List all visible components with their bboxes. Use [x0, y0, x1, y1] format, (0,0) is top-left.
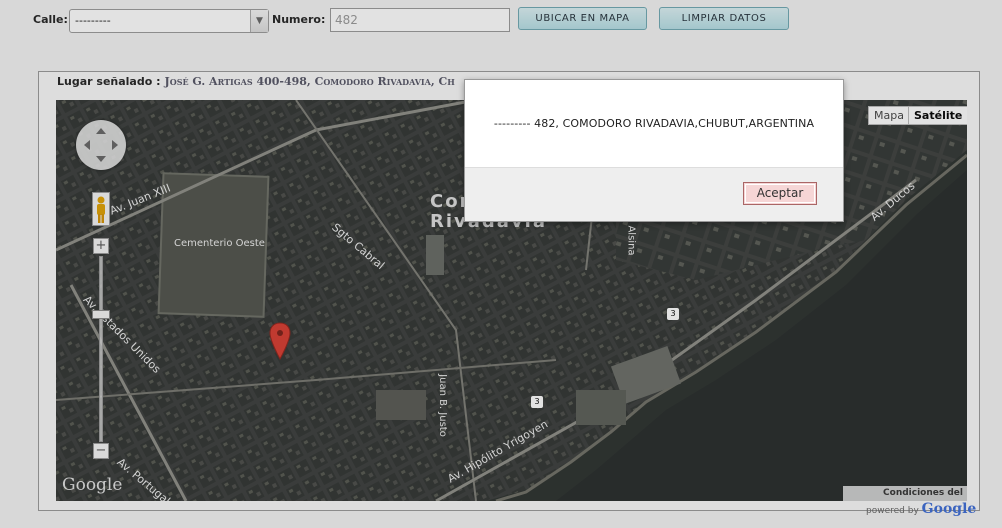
dialog-footer: Aceptar	[465, 167, 843, 221]
dialog-message: --------- 482, COMODORO RIVADAVIA,CHUBUT…	[493, 117, 815, 130]
alert-dialog: --------- 482, COMODORO RIVADAVIA,CHUBUT…	[464, 79, 844, 222]
aceptar-button[interactable]: Aceptar	[743, 182, 817, 205]
